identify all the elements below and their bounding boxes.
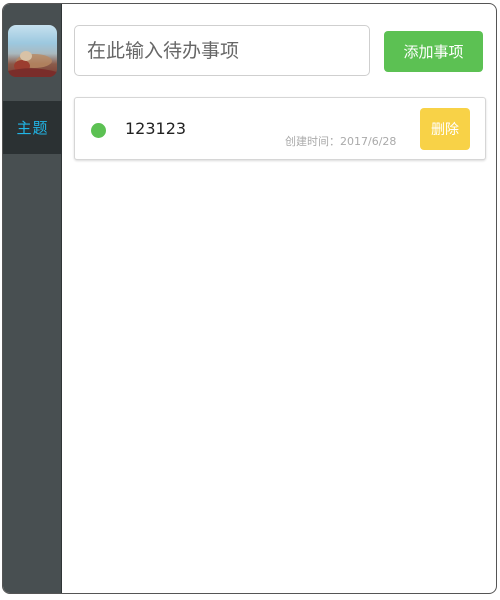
created-time-date: 2017/6/28: [340, 135, 397, 148]
sidebar-item-label: 主题: [16, 119, 49, 137]
sidebar-item-theme[interactable]: 主题: [3, 101, 62, 154]
todo-item: 123123 创建时间：2017/6/28 删除: [74, 97, 486, 160]
todo-list: 123123 创建时间：2017/6/28 删除: [74, 97, 486, 160]
delete-button[interactable]: 删除: [420, 108, 470, 150]
created-time-label: 创建时间：: [285, 135, 340, 148]
avatar-image-icon: [8, 51, 57, 77]
created-time: 创建时间：2017/6/28: [285, 133, 396, 149]
status-dot-icon[interactable]: [91, 123, 106, 138]
todo-input[interactable]: [74, 25, 370, 76]
todo-text: 123123: [125, 119, 187, 138]
main-panel: 添加事项 123123 创建时间：2017/6/28 删除: [63, 4, 496, 593]
add-todo-button[interactable]: 添加事项: [384, 31, 483, 72]
avatar[interactable]: [8, 25, 57, 77]
app-window: 主题 添加事项 123123 创建时间：2017/6/28 删除: [2, 3, 497, 594]
sidebar: 主题: [3, 4, 62, 593]
